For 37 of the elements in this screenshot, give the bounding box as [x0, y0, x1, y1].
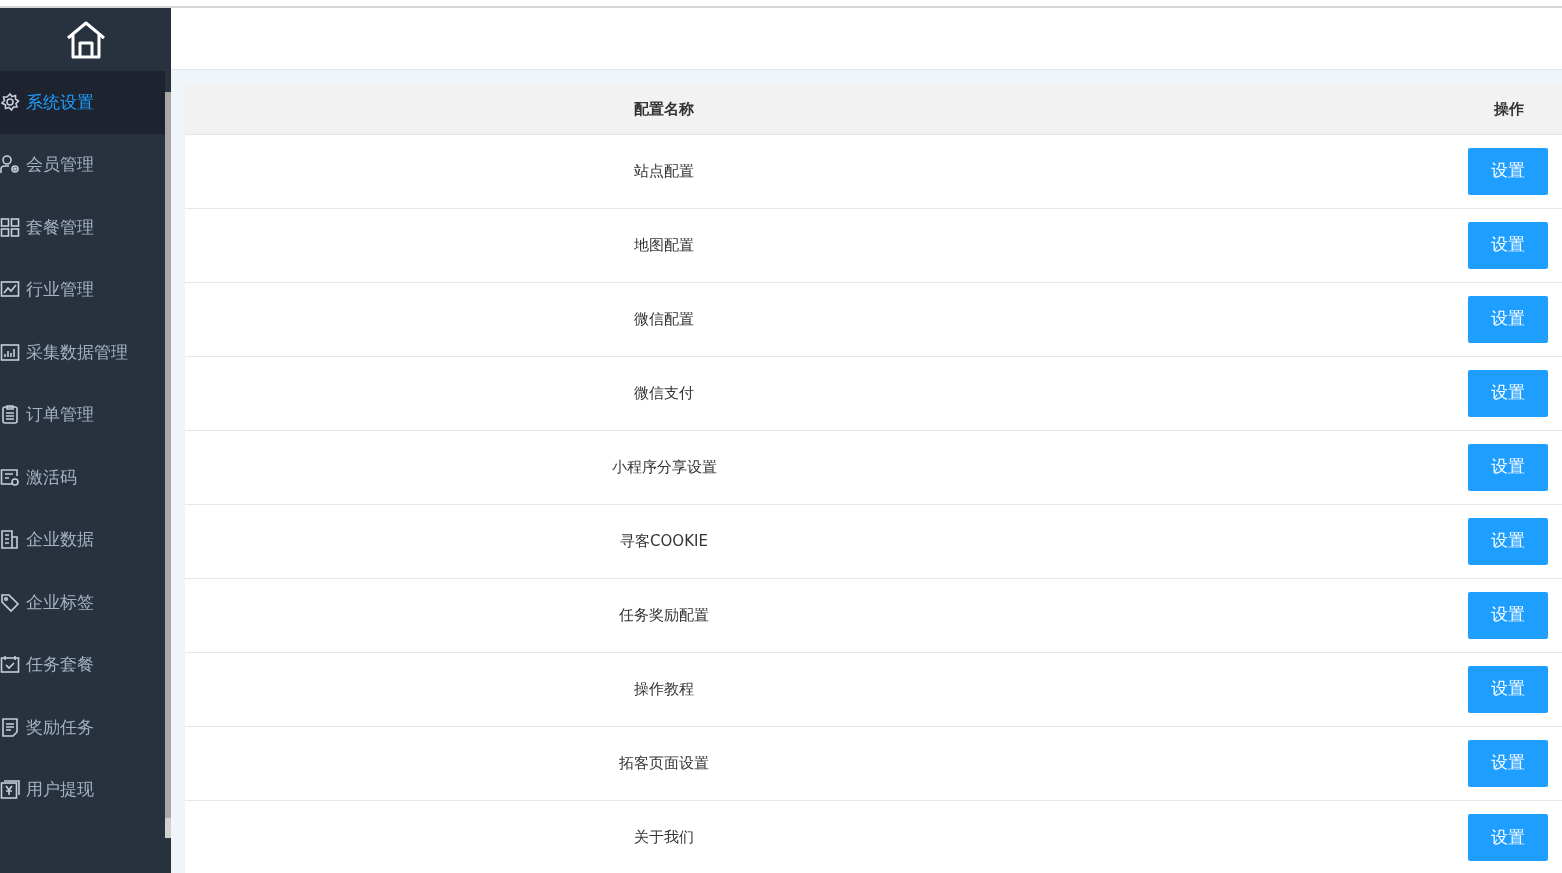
table-cell: 地图配置: [185, 208, 1143, 282]
table-cell: 站点配置: [185, 134, 1143, 208]
sidebar-item[interactable]: 用户提现: [0, 758, 165, 821]
table-cell: 关于我们: [185, 800, 1143, 873]
gear-icon: [0, 91, 20, 113]
sidebar-item[interactable]: 套餐管理: [0, 196, 165, 259]
sidebar-item[interactable]: 激活码: [0, 446, 165, 509]
sidebar-item[interactable]: 采集数据管理: [0, 321, 165, 384]
sidebar-item[interactable]: 系统设置: [0, 71, 165, 134]
sidebar-item[interactable]: 奖励任务: [0, 696, 165, 759]
table-cell: 微信支付: [185, 356, 1143, 430]
tag-icon: [0, 591, 20, 613]
home-icon[interactable]: [65, 20, 106, 59]
sidebar-item[interactable]: 行业管理: [0, 258, 165, 321]
grid-icon: [0, 216, 20, 238]
sidebar-item[interactable]: 订单管理: [0, 383, 165, 446]
table-cell: 微信配置: [185, 282, 1143, 356]
scrollbar[interactable]: [165, 92, 171, 838]
yen-icon: [0, 779, 20, 801]
table-cell: 操作教程: [185, 652, 1143, 726]
calendar-check-icon: [0, 654, 20, 676]
sidebar-item[interactable]: 企业数据: [0, 508, 165, 571]
bar-chart-icon: [0, 341, 20, 363]
table-cell: 任务奖励配置: [185, 578, 1143, 652]
document-icon: [0, 716, 20, 738]
user-gear-icon: [0, 154, 20, 176]
ticket-icon: [0, 466, 20, 488]
clipboard-icon: [0, 404, 20, 426]
table-cell: 拓客页面设置: [185, 726, 1143, 800]
column-header: 操作: [1143, 84, 1562, 134]
table-cell: 寻客COOKIE: [185, 504, 1143, 578]
column-header: 配置名称: [185, 84, 1143, 134]
sidebar-item[interactable]: 任务套餐: [0, 633, 165, 696]
table-cell: 小程序分享设置: [185, 430, 1143, 504]
sidebar-item[interactable]: 企业标签: [0, 571, 165, 634]
sidebar-item[interactable]: 会员管理: [0, 133, 165, 196]
building-icon: [0, 529, 20, 551]
